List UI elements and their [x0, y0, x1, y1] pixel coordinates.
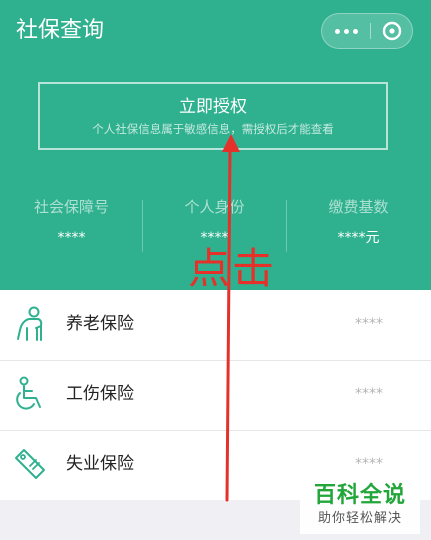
authorize-subtitle: 个人社保信息属于敏感信息，需授权后才能查看 — [92, 122, 334, 136]
watermark-logo: 百科全说 助你轻松解决 — [300, 480, 420, 534]
authorize-button[interactable]: 立即授权 个人社保信息属于敏感信息，需授权后才能查看 — [38, 82, 388, 150]
stat-value: ****元 — [337, 230, 380, 246]
close-circle-icon[interactable] — [371, 14, 413, 48]
insurance-value: **** — [355, 456, 383, 472]
stat-value: **** — [57, 230, 86, 246]
insurance-list: 养老保险 **** 工伤保险 **** 失业保险 **** — [0, 290, 431, 500]
stat-label: 个人身份 — [184, 198, 245, 216]
elderly-person-icon — [12, 306, 48, 342]
stat-label: 缴费基数 — [328, 198, 389, 216]
insurance-name: 失业保险 — [66, 454, 134, 474]
stat-contribution-base: 缴费基数 ****元 — [287, 196, 430, 256]
tag-icon — [12, 446, 48, 482]
page: 社保查询 立即授权 个人社保信息属于敏感信息，需授权后才能查看 社会保障号 **… — [0, 0, 431, 540]
list-item-work-injury[interactable]: 工伤保险 **** — [0, 360, 431, 430]
page-title: 社保查询 — [16, 18, 105, 43]
insurance-value: **** — [355, 316, 383, 332]
watermark-main-text: 百科全说 — [313, 483, 406, 508]
watermark-sub-text: 助你轻松解决 — [317, 511, 402, 526]
stat-social-security-number: 社会保障号 **** — [0, 196, 143, 256]
mini-program-capsule — [321, 13, 413, 49]
insurance-name: 工伤保险 — [66, 384, 134, 404]
insurance-value: **** — [355, 386, 383, 402]
wheelchair-icon — [12, 376, 48, 412]
authorize-title: 立即授权 — [179, 97, 247, 117]
stat-label: 社会保障号 — [33, 198, 109, 216]
more-dots-icon[interactable] — [322, 14, 370, 48]
insurance-name: 养老保险 — [66, 314, 134, 334]
click-annotation-text: 点击 — [188, 244, 277, 293]
list-item-pension[interactable]: 养老保险 **** — [0, 290, 431, 360]
